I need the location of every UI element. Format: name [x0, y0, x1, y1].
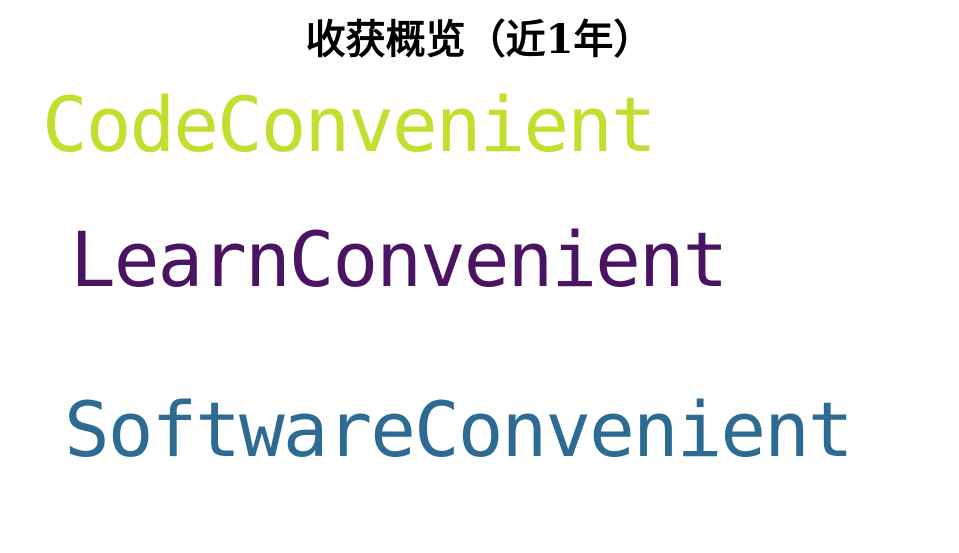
word-cloud-item-code: CodeConvenient: [42, 80, 657, 169]
word-cloud-item-software: SoftwareConvenient: [64, 385, 854, 474]
page-title: 收获概览（近1年）: [305, 16, 654, 63]
word-cloud-item-learn: LearnConvenient: [70, 215, 728, 304]
